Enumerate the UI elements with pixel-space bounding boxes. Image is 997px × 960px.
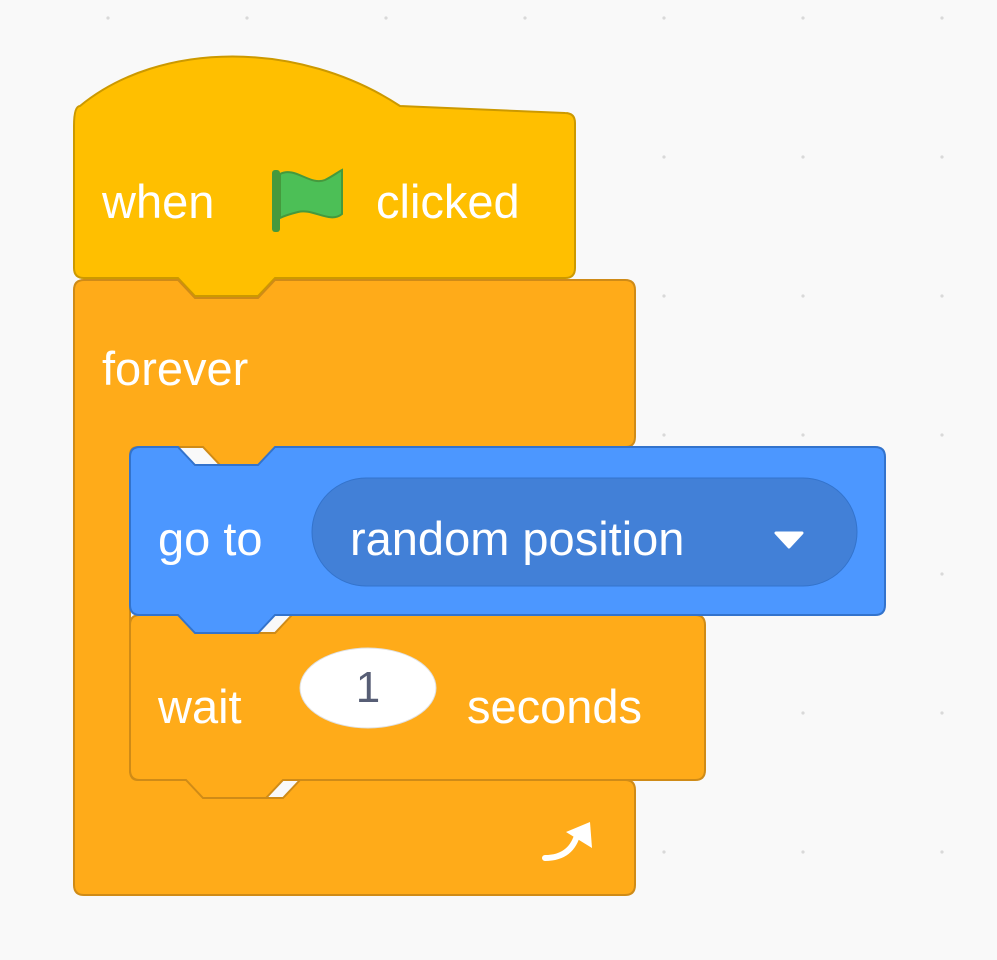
block-script [73, 55, 886, 896]
when-label: when [102, 175, 215, 228]
clicked-label: clicked [376, 175, 520, 228]
dropdown-value: random position [350, 512, 685, 565]
wait-input-value[interactable]: 1 [300, 648, 436, 728]
go-to-label: go to [158, 512, 263, 565]
seconds-label: seconds [467, 680, 643, 733]
forever-label: forever [102, 342, 249, 395]
wait-label: wait [158, 680, 242, 733]
